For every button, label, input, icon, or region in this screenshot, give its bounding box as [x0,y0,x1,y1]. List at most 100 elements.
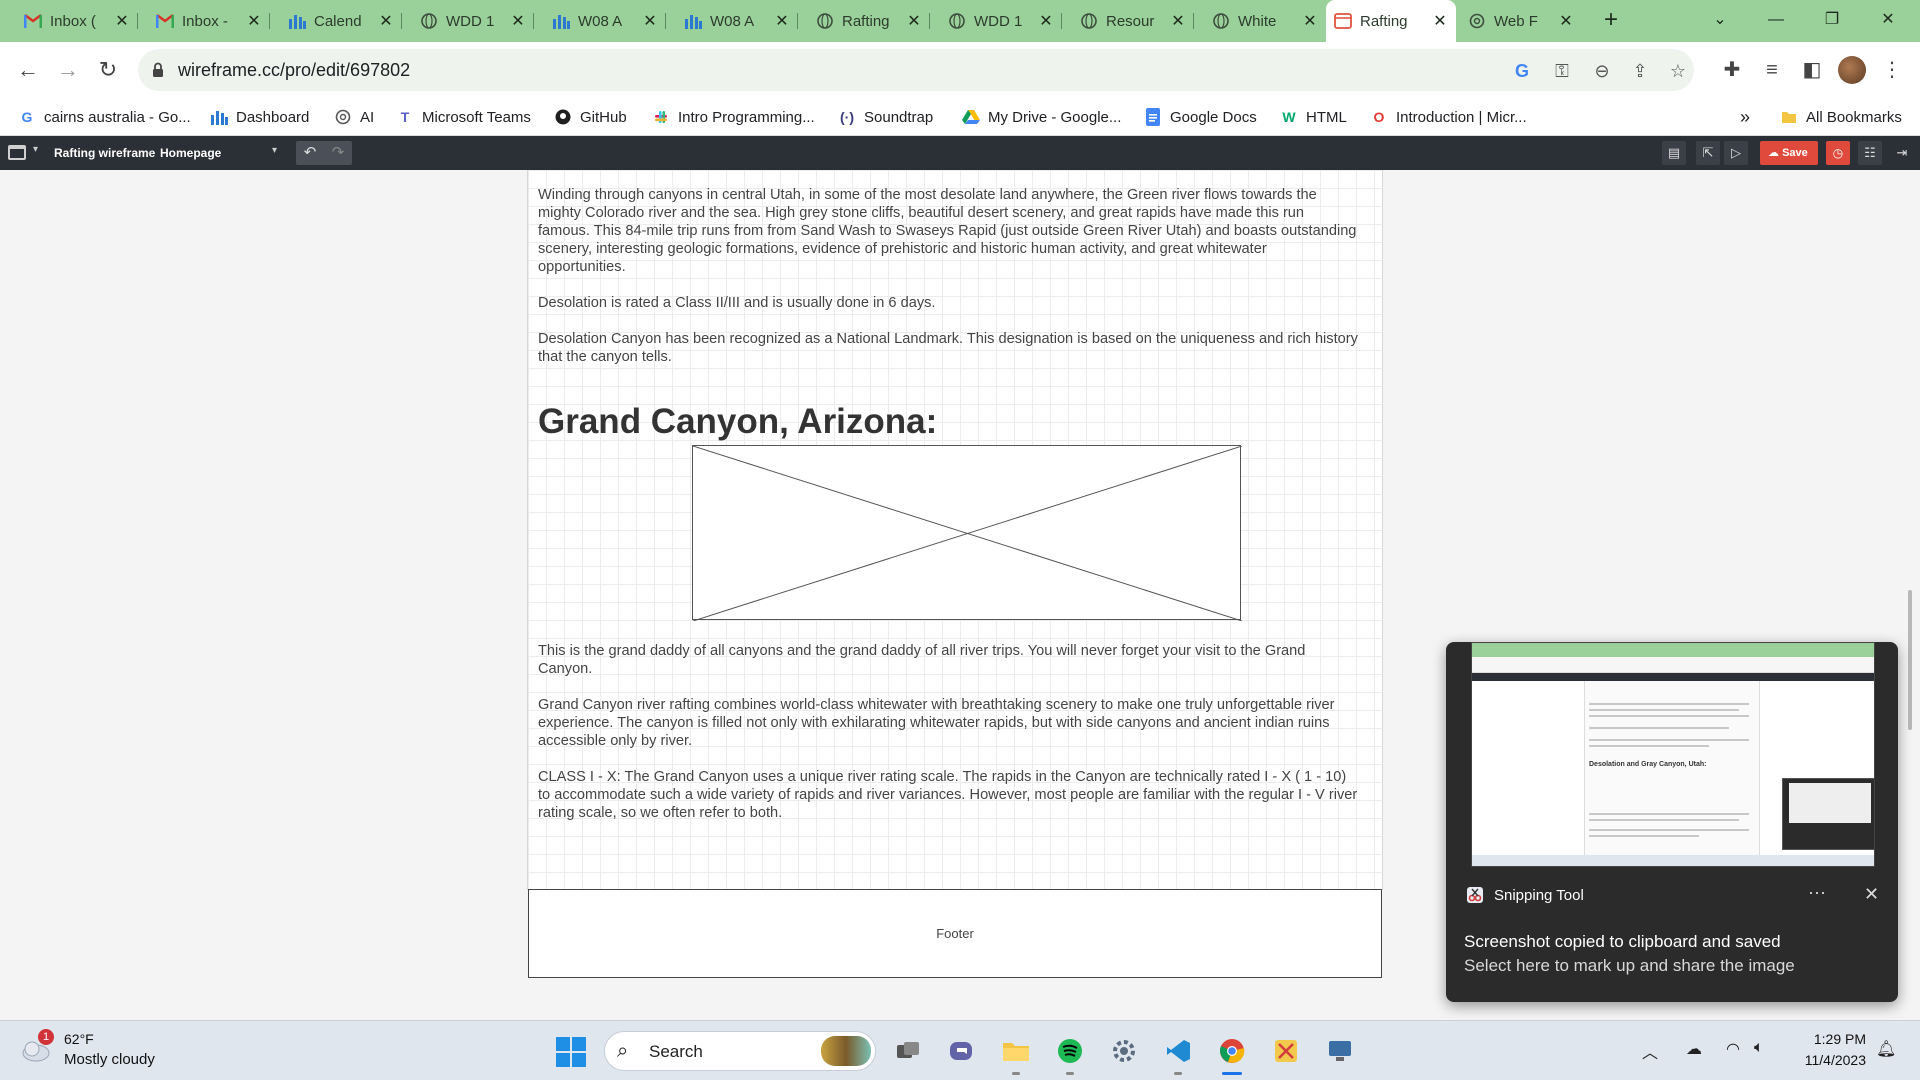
bookmark-soundtrap[interactable]: (·) Soundtrap [838,106,933,128]
revision-history-icon[interactable]: ◷ [1826,141,1850,165]
windows-start-icon[interactable] [556,1037,586,1067]
side-panel-icon[interactable]: ◧ [1796,54,1828,86]
settings-sliders-icon[interactable]: ☷ [1858,141,1882,165]
bookmark-google-docs[interactable]: Google Docs [1144,106,1257,128]
undo-icon[interactable]: ↶ [296,143,324,161]
close-notification-icon[interactable]: ✕ [1864,884,1879,905]
close-window-button[interactable]: ✕ [1858,6,1918,36]
close-tab-icon[interactable]: ✕ [246,11,262,31]
file-explorer-icon[interactable] [998,1033,1034,1075]
clock-date[interactable]: 11/4/2023 [1796,1052,1866,1068]
task-view-icon[interactable] [890,1033,926,1069]
close-tab-icon[interactable]: ✕ [510,11,526,31]
desolation-class-text[interactable]: Desolation is rated a Class II/III and i… [538,294,1358,312]
close-tab-icon[interactable]: ✕ [114,11,130,31]
bookmark-my-drive[interactable]: My Drive - Google... [962,106,1121,128]
comments-icon[interactable]: ▤ [1662,141,1686,165]
url-text[interactable]: wireframe.cc/pro/edit/697802 [178,60,410,81]
close-tab-icon[interactable]: ✕ [378,11,394,31]
spotify-icon[interactable] [1052,1033,1088,1075]
close-tab-icon[interactable]: ✕ [1302,11,1318,31]
grand-canyon-class-text[interactable]: CLASS I - X: The Grand Canyon uses a uni… [538,768,1358,822]
tab-wdd-2[interactable]: WDD 1 ✕ [940,6,1062,36]
teams-chat-icon[interactable] [944,1033,980,1069]
close-tab-icon[interactable]: ✕ [1170,11,1186,31]
bookmark-introduction[interactable]: O Introduction | Micr... [1370,106,1527,128]
wifi-icon[interactable]: ◠ [1726,1039,1740,1059]
all-bookmarks-button[interactable]: All Bookmarks [1780,106,1902,128]
tab-rafting-active[interactable]: Rafting ✕ [1326,0,1456,42]
preview-play-icon[interactable]: ▷ [1724,141,1748,165]
share-link-icon[interactable]: ⇱ [1696,141,1720,165]
back-arrow-icon[interactable]: ← [12,54,44,86]
desolation-landmark-text[interactable]: Desolation Canyon has been recognized as… [538,330,1358,366]
weather-condition[interactable]: Mostly cloudy [64,1051,155,1068]
tab-resources[interactable]: Resour ✕ [1072,6,1194,36]
share-icon[interactable]: ⇪ [1628,59,1652,83]
google-lens-icon[interactable]: G [1510,59,1534,83]
grand-canyon-intro-text[interactable]: This is the grand daddy of all canyons a… [538,642,1358,678]
vscode-icon[interactable] [1160,1033,1196,1075]
extensions-puzzle-icon[interactable]: ✚ [1716,54,1748,86]
close-tab-icon[interactable]: ✕ [906,11,922,31]
minimize-button[interactable]: — [1746,6,1806,36]
tab-w08-a-2[interactable]: W08 A ✕ [676,6,798,36]
save-button[interactable]: ☁ Save [1760,141,1818,165]
bookmark-github[interactable]: GitHub [554,106,627,128]
chrome-icon[interactable] [1214,1033,1250,1075]
restore-button[interactable]: ❐ [1802,6,1862,36]
footer-block[interactable]: Footer [528,889,1382,978]
close-tab-icon[interactable]: ✕ [1038,11,1054,31]
close-tab-icon[interactable]: ✕ [1432,11,1448,31]
media-queue-icon[interactable]: ≡ [1756,54,1788,86]
bookmark-ai[interactable]: AI [334,106,374,128]
grand-canyon-rafting-text[interactable]: Grand Canyon river rafting combines worl… [538,696,1358,750]
image-placeholder[interactable] [692,445,1243,622]
tab-white[interactable]: White ✕ [1204,6,1326,36]
bookmark-teams[interactable]: T Microsoft Teams [396,106,531,128]
close-tab-icon[interactable]: ✕ [774,11,790,31]
tab-rafting-1[interactable]: Rafting ✕ [808,6,930,36]
menu-kebab-icon[interactable]: ⋮ [1876,54,1908,86]
file-menu-icon[interactable] [8,145,26,160]
page-chevron-down-icon[interactable]: ▾ [272,145,277,156]
forward-arrow-icon[interactable]: → [52,54,84,86]
bookmarks-overflow-button[interactable]: » [1740,106,1750,128]
more-options-icon[interactable]: ··· [1808,882,1826,903]
redo-icon[interactable]: ↷ [324,143,352,161]
zoom-out-icon[interactable]: ⊖ [1590,59,1614,83]
taskbar-search[interactable]: ⌕ Search [604,1031,876,1071]
bookmark-intro-programming[interactable]: Intro Programming... [652,106,815,128]
tab-inbox-1[interactable]: Inbox ( ✕ [16,6,138,36]
tray-overflow-chevron-icon[interactable]: ︿ [1642,1039,1658,1063]
new-tab-button[interactable]: + [1596,6,1626,36]
profile-avatar[interactable] [1838,56,1866,84]
weather-temperature[interactable]: 62°F [64,1031,94,1047]
project-name[interactable]: Rafting wireframe [54,146,155,160]
address-bar[interactable]: wireframe.cc/pro/edit/697802 G ⚿ ⊖ ⇪ ☆ [138,49,1694,91]
tab-search-chevron-icon[interactable]: ⌄ [1690,6,1750,36]
lock-icon[interactable] [152,62,164,83]
bookmark-star-icon[interactable]: ☆ [1666,59,1690,83]
grand-canyon-heading[interactable]: Grand Canyon, Arizona: [538,402,937,442]
volume-icon[interactable]: 🔈︎ [1754,1039,1764,1057]
collapse-panel-icon[interactable]: ⇥ [1890,141,1914,165]
screenshot-thumbnail[interactable]: Desolation and Gray Canyon, Utah: [1471,642,1875,867]
page-selector[interactable]: Homepage [160,146,221,160]
bookmark-dashboard[interactable]: Dashboard [210,106,309,128]
chevron-down-icon[interactable]: ▾ [33,144,38,155]
tab-web-f[interactable]: Web F ✕ [1460,6,1582,36]
reload-icon[interactable]: ↻ [92,54,124,86]
tab-w08-a-1[interactable]: W08 A ✕ [544,6,666,36]
onedrive-cloud-icon[interactable]: ☁ [1686,1039,1702,1059]
key-icon[interactable]: ⚿ [1550,59,1574,83]
clock-time[interactable]: 1:29 PM [1796,1031,1866,1047]
desolation-intro-text[interactable]: Winding through canyons in central Utah,… [538,186,1358,276]
remote-desktop-icon[interactable] [1322,1033,1358,1069]
bookmark-cairns[interactable]: G cairns australia - Go... [18,106,191,128]
bookmark-html[interactable]: W HTML [1280,106,1346,128]
snipping-tool-notification[interactable]: Desolation and Gray Canyon, Utah: Snippi… [1446,642,1898,1002]
snipping-tool-taskbar-icon[interactable] [1268,1033,1304,1069]
notification-bell-icon[interactable]: 🔔︎ [1876,1039,1896,1059]
tab-calendar[interactable]: Calend ✕ [280,6,402,36]
